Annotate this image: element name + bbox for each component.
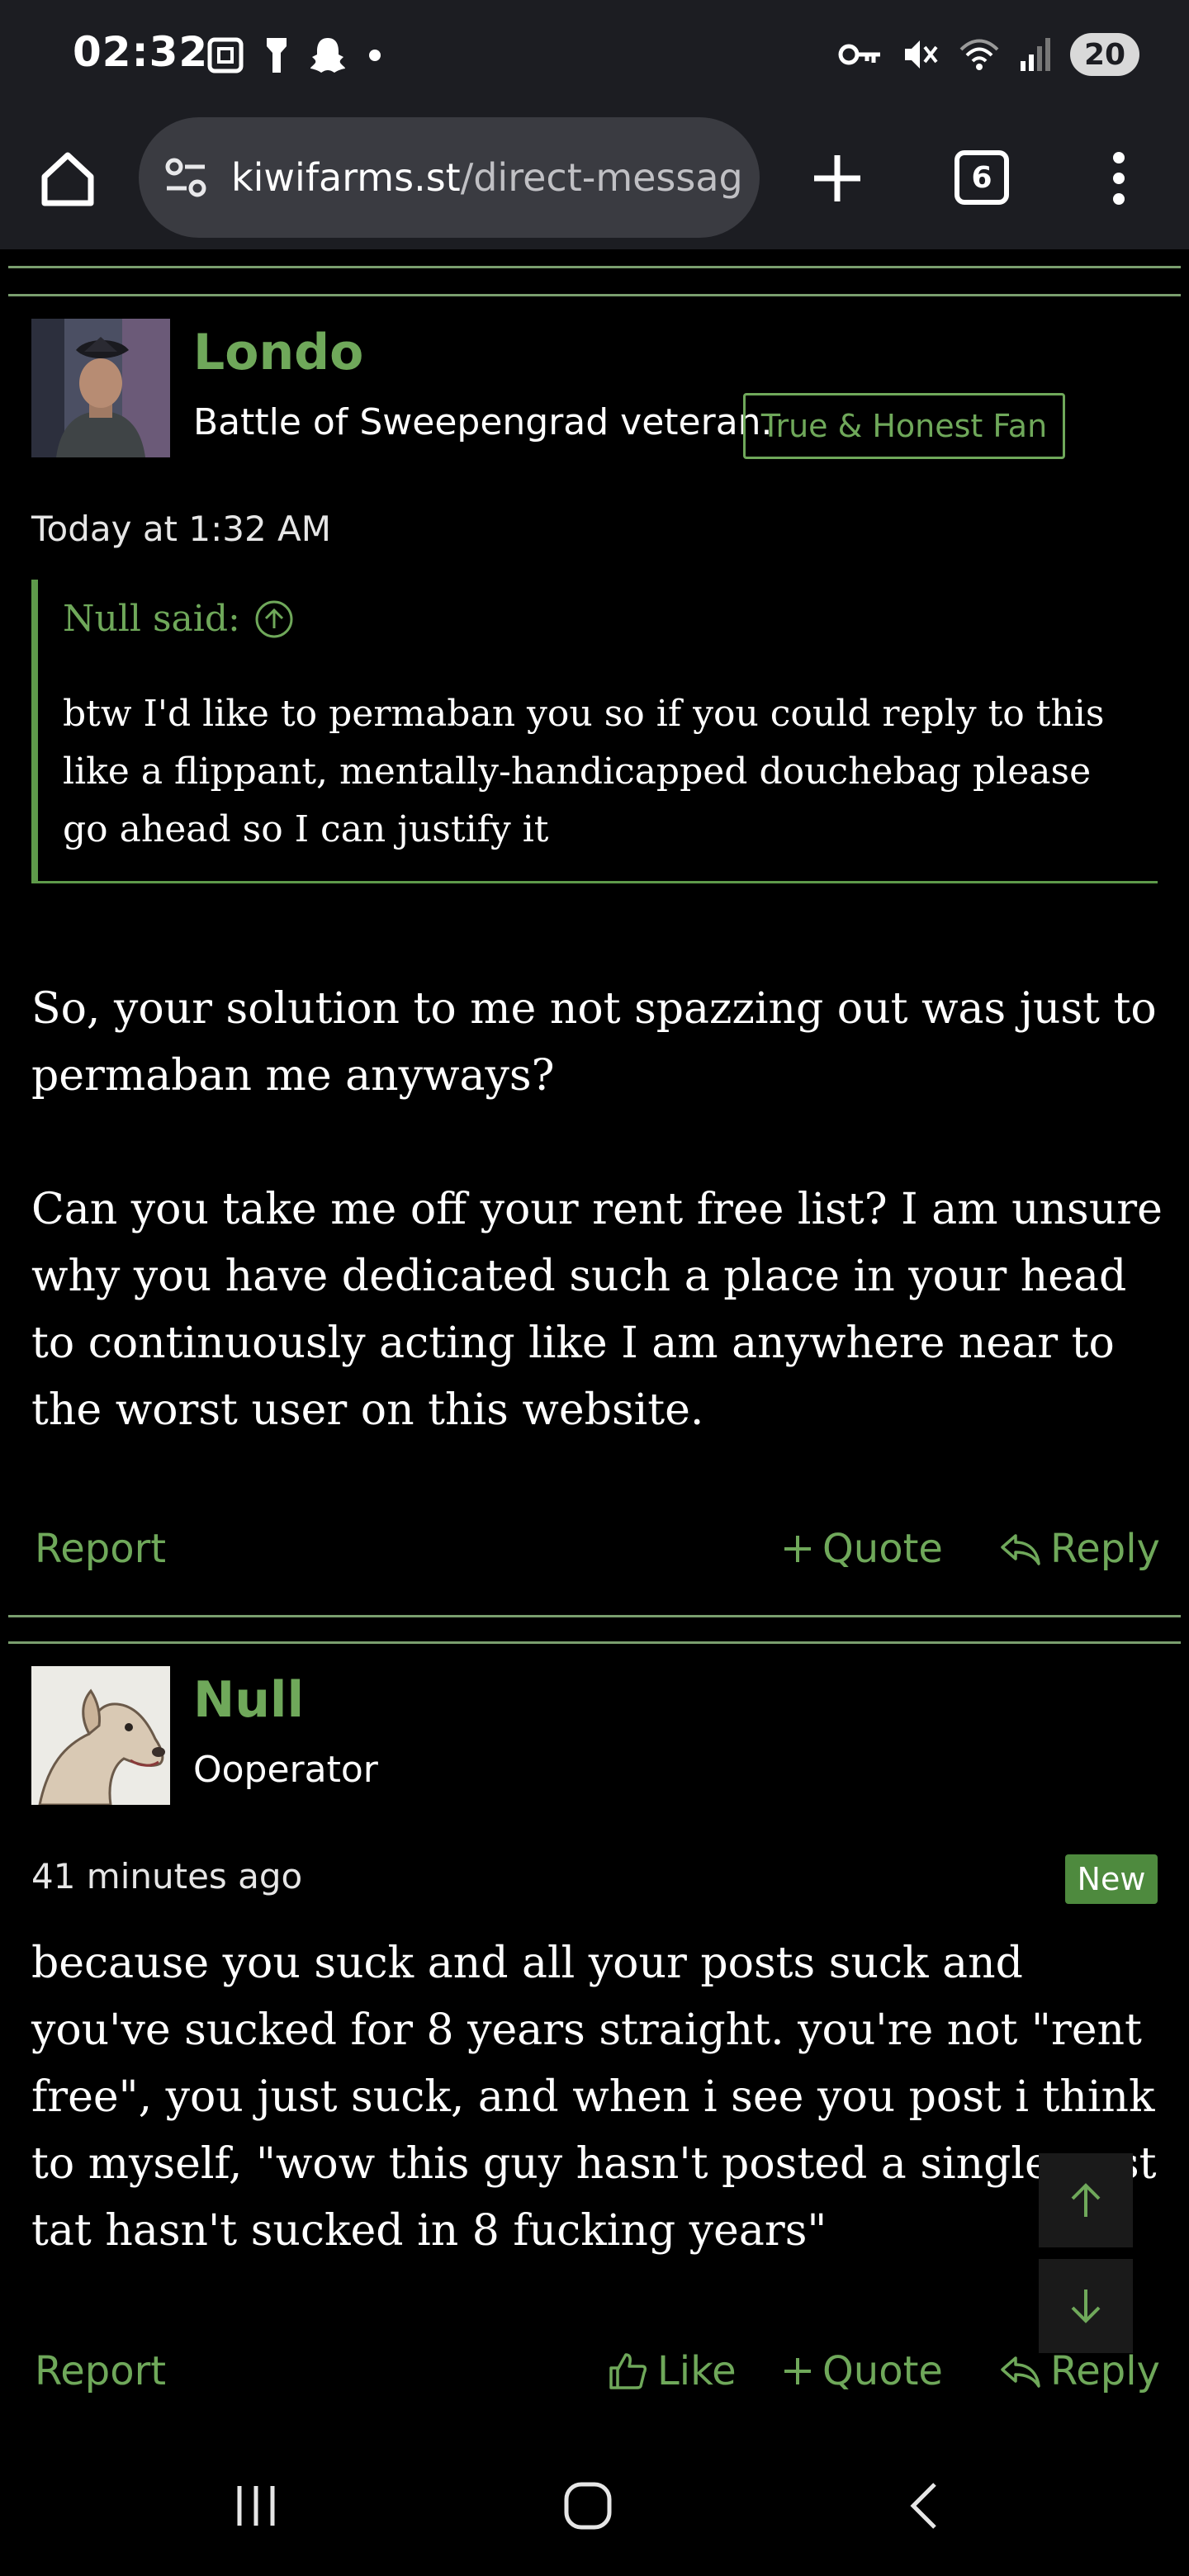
username-null[interactable]: Null	[193, 1671, 304, 1729]
status-icons-left	[205, 35, 383, 76]
reply-button[interactable]: Reply	[999, 2348, 1160, 2394]
reply-label: Reply	[1050, 2348, 1160, 2394]
report-button[interactable]: Report	[35, 2348, 166, 2394]
avatar-londo[interactable]	[31, 319, 170, 457]
site-settings-icon[interactable]	[163, 155, 208, 200]
quote-button[interactable]: Quote	[781, 1526, 943, 1572]
quote-label: Quote	[822, 2348, 943, 2394]
arrow-up-icon	[1071, 2183, 1101, 2217]
status-bar: 02:32 20	[0, 0, 1189, 107]
quote-text: btw I'd like to permaban you so if you c…	[63, 693, 1105, 850]
home-nav-button[interactable]	[555, 2477, 621, 2535]
back-icon	[910, 2483, 936, 2529]
screenshot-icon	[207, 37, 244, 73]
post-timestamp[interactable]: 41 minutes ago	[31, 1856, 302, 1896]
like-button[interactable]: Like	[606, 2348, 737, 2394]
arrow-down-icon	[1071, 2290, 1101, 2323]
quote-button[interactable]: Quote	[781, 2348, 943, 2394]
scroll-bottom-button[interactable]	[1039, 2259, 1133, 2353]
message-body: because you suck and all your posts suck…	[31, 1930, 1171, 2265]
like-label: Like	[657, 2348, 737, 2394]
menu-dot	[1113, 173, 1125, 184]
signal-icon	[1021, 38, 1050, 71]
message-paragraph: Can you take me off your rent free list?…	[31, 1185, 1163, 1435]
quote-label: Quote	[822, 1526, 943, 1572]
menu-dot	[1113, 152, 1125, 163]
address-bar[interactable]: kiwifarms.st/direct-messag	[139, 117, 760, 238]
divider	[8, 294, 1181, 296]
divider	[8, 1641, 1181, 1644]
divider	[8, 266, 1181, 268]
notification-dot-icon	[369, 50, 381, 61]
wifi-icon	[959, 39, 999, 70]
url-text: kiwifarms.st/direct-messag	[231, 155, 743, 200]
reply-label: Reply	[1050, 1526, 1160, 1572]
vpn-key-icon	[838, 44, 880, 65]
quote-author: Null said:	[63, 598, 240, 640]
arrow-up-circle-icon[interactable]	[253, 599, 295, 640]
new-badge: New	[1065, 1854, 1158, 1904]
tab-switcher-button[interactable]: 6	[955, 150, 1009, 205]
plus-icon	[784, 2358, 811, 2384]
menu-dot	[1113, 193, 1125, 205]
browser-toolbar: kiwifarms.st/direct-messag 6	[0, 107, 1189, 249]
battery-indicator: 20	[1070, 33, 1139, 76]
status-icons-right: 20	[837, 33, 1139, 76]
user-title: Battle of Sweepengrad veteran.	[193, 401, 773, 443]
user-banner: True & Honest Fan	[743, 393, 1065, 459]
url-host: kiwifarms.st	[231, 155, 461, 200]
username-londo[interactable]: Londo	[193, 324, 363, 381]
conversation-content: Londo Battle of Sweepengrad veteran. Tru…	[0, 249, 1189, 2436]
message-paragraph: So, your solution to me not spazzing out…	[31, 984, 1157, 1101]
reply-icon	[1001, 2356, 1040, 2388]
quote-attribution[interactable]: Null said:	[63, 598, 295, 640]
avatar-null[interactable]	[31, 1666, 170, 1805]
divider	[8, 1615, 1181, 1617]
scroll-top-button[interactable]	[1039, 2153, 1133, 2247]
flashlight-icon	[267, 38, 287, 73]
system-navigation-bar	[0, 2436, 1189, 2576]
post-timestamp[interactable]: Today at 1:32 AM	[31, 509, 331, 549]
mute-icon	[905, 40, 938, 69]
plus-icon	[784, 1536, 811, 1562]
home-button[interactable]	[36, 147, 99, 210]
more-menu-button[interactable]	[1098, 147, 1139, 210]
quote-block: Null said: btw I'd like to permaban you …	[31, 580, 1158, 883]
message-body: So, your solution to me not spazzing out…	[31, 976, 1171, 1444]
new-tab-icon	[814, 155, 860, 201]
report-button[interactable]: Report	[35, 1526, 166, 1572]
home-icon	[41, 152, 94, 206]
message-paragraph: because you suck and all your posts suck…	[31, 1939, 1157, 2256]
home-nav-icon	[564, 2482, 612, 2530]
reply-icon	[1001, 1534, 1040, 1565]
recent-apps-icon	[237, 2486, 275, 2526]
new-tab-button[interactable]	[806, 147, 869, 210]
snapchat-icon	[310, 38, 345, 73]
recent-apps-button[interactable]	[223, 2477, 289, 2535]
url-path: /direct-messag	[460, 155, 743, 200]
status-time: 02:32	[73, 28, 209, 76]
user-title: Ooperator	[193, 1749, 378, 1791]
reply-button[interactable]: Reply	[999, 1526, 1160, 1572]
thumbs-up-icon	[609, 2353, 647, 2389]
back-button[interactable]	[892, 2477, 958, 2535]
